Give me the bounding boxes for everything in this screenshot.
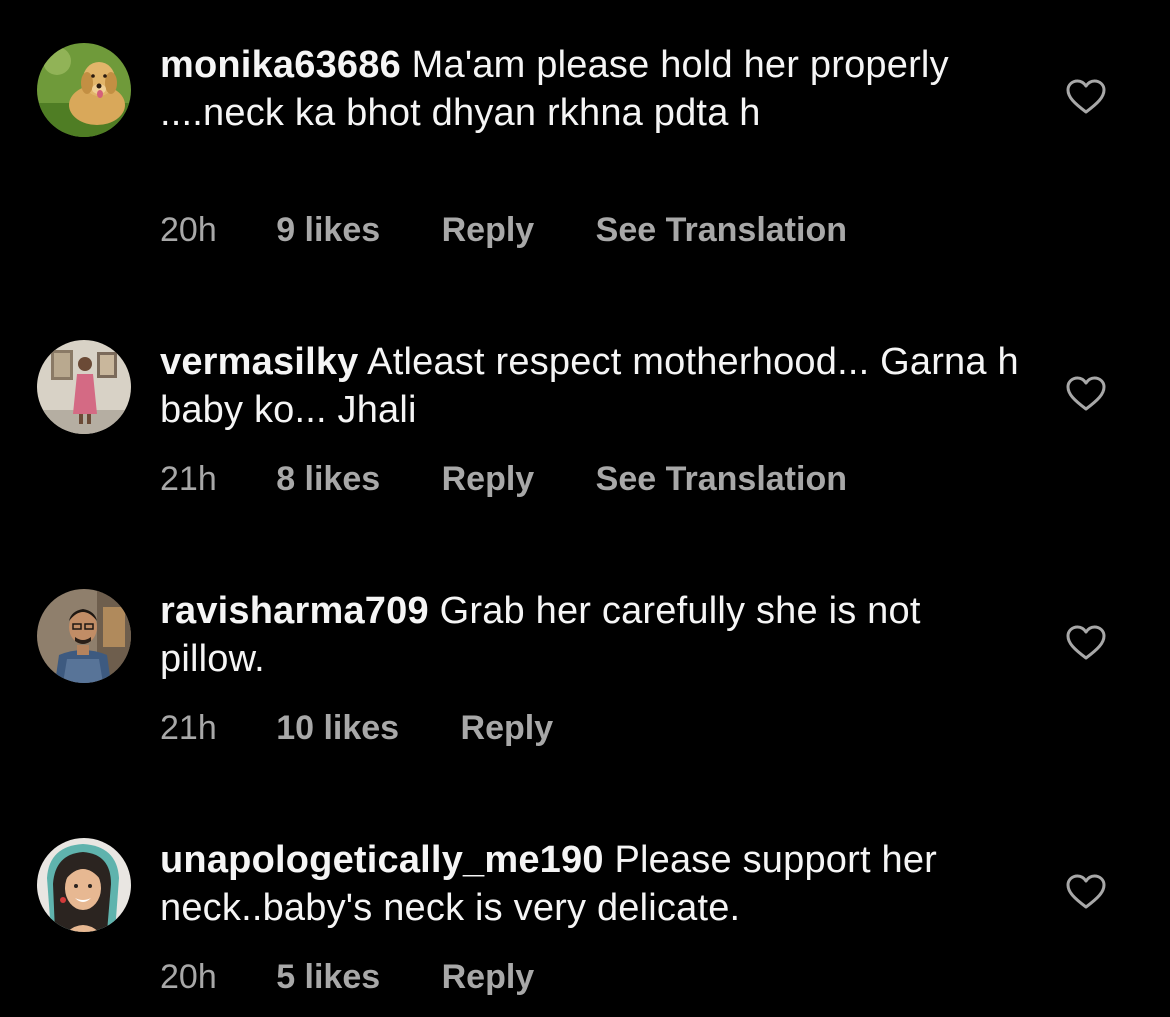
comment-meta: 20h 9 likes Reply See Translation	[160, 210, 847, 250]
man-portrait-avatar-icon	[37, 589, 131, 683]
reply-button[interactable]: Reply	[442, 459, 535, 499]
comment-body: unapologetically_me190 Please support he…	[160, 836, 1020, 932]
comment-meta: 21h 8 likes Reply See Translation	[160, 459, 847, 499]
likes-count[interactable]: 9 likes	[276, 210, 380, 250]
see-translation-button[interactable]: See Translation	[596, 459, 847, 499]
comment-time: 21h	[160, 460, 217, 498]
comment-body: vermasilky Atleast respect motherhood...…	[160, 338, 1020, 434]
comment-time: 20h	[160, 211, 217, 249]
likes-count[interactable]: 10 likes	[276, 708, 399, 748]
user-avatar[interactable]	[37, 43, 131, 137]
user-avatar[interactable]	[37, 340, 131, 434]
user-avatar[interactable]	[37, 589, 131, 683]
comment-body: monika63686 Ma'am please hold her proper…	[160, 41, 1020, 137]
comment-time: 21h	[160, 709, 217, 747]
likes-count[interactable]: 8 likes	[276, 459, 380, 499]
comment-username[interactable]: ravisharma709	[160, 590, 429, 632]
reply-button[interactable]: Reply	[442, 957, 535, 997]
woman-selfie-avatar-icon	[37, 838, 131, 932]
comment-username[interactable]: vermasilky	[160, 341, 359, 383]
like-heart-icon[interactable]	[1066, 625, 1106, 661]
like-heart-icon[interactable]	[1066, 376, 1106, 412]
comment-username[interactable]: unapologetically_me190	[160, 839, 604, 881]
reply-button[interactable]: Reply	[442, 210, 535, 250]
likes-count[interactable]: 5 likes	[276, 957, 380, 997]
comment-meta: 21h 10 likes Reply	[160, 708, 605, 748]
like-heart-icon[interactable]	[1066, 874, 1106, 910]
comment-meta: 20h 5 likes Reply	[160, 957, 586, 997]
woman-portrait-avatar-icon	[37, 340, 131, 434]
comment-time: 20h	[160, 958, 217, 996]
comment-username[interactable]: monika63686	[160, 44, 401, 86]
reply-button[interactable]: Reply	[461, 708, 554, 748]
comment-body: ravisharma709 Grab her carefully she is …	[160, 587, 1020, 683]
see-translation-button[interactable]: See Translation	[596, 210, 847, 250]
like-heart-icon[interactable]	[1066, 79, 1106, 115]
dog-avatar-icon	[37, 43, 131, 137]
user-avatar[interactable]	[37, 838, 131, 932]
